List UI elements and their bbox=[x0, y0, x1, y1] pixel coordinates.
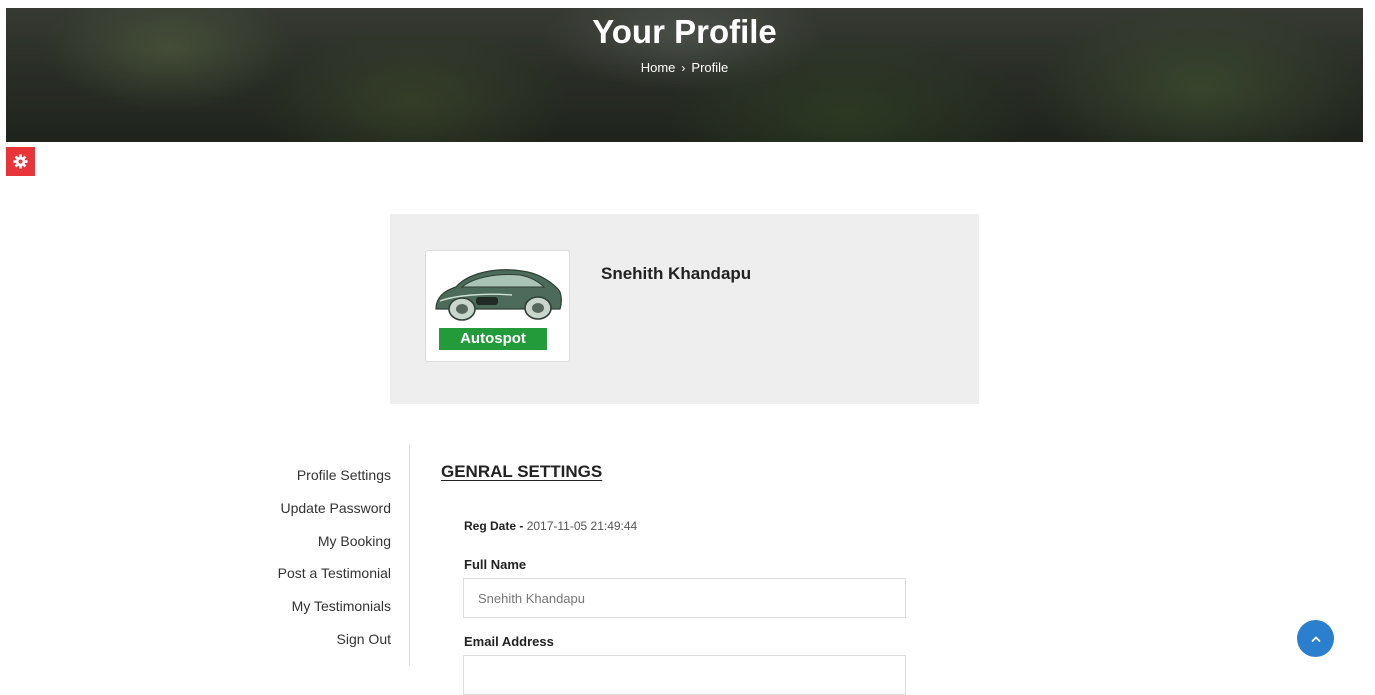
page-hero-banner: Your Profile Home › Profile bbox=[6, 8, 1363, 142]
gear-icon bbox=[13, 154, 28, 169]
avatar: Autospot bbox=[425, 250, 570, 362]
back-to-top-button[interactable] bbox=[1297, 620, 1334, 657]
reg-date-value: 2017-11-05 21:49:44 bbox=[526, 519, 638, 533]
breadcrumb: Home › Profile bbox=[6, 60, 1363, 75]
breadcrumb-separator-icon: › bbox=[681, 61, 686, 75]
settings-toggle-button[interactable] bbox=[6, 147, 35, 176]
profile-summary-card: Autospot Snehith Khandapu bbox=[390, 214, 979, 404]
sidebar-item-post-testimonial[interactable]: Post a Testimonial bbox=[278, 563, 391, 596]
full-name-label: Full Name bbox=[464, 557, 527, 572]
reg-date-label: Reg Date - bbox=[464, 519, 524, 533]
email-address-label: Email Address bbox=[464, 634, 554, 649]
general-settings-heading: GENRAL SETTINGS bbox=[441, 462, 603, 481]
sidebar-item-update-password[interactable]: Update Password bbox=[278, 498, 391, 531]
autospot-logo-label: Autospot bbox=[439, 328, 547, 350]
email-field[interactable] bbox=[463, 655, 906, 695]
car-logo-icon bbox=[435, 269, 562, 321]
breadcrumb-home-link[interactable]: Home bbox=[641, 60, 676, 75]
page-title: Your Profile bbox=[592, 13, 777, 50]
breadcrumb-current: Profile bbox=[691, 60, 729, 75]
sidebar-item-profile-settings[interactable]: Profile Settings bbox=[278, 465, 391, 498]
chevron-up-icon bbox=[1311, 636, 1320, 642]
profile-sidebar-nav: Profile Settings Update Password My Book… bbox=[250, 444, 410, 666]
registration-date: Reg Date - 2017-11-05 21:49:44 bbox=[464, 519, 637, 533]
sidebar-item-my-booking[interactable]: My Booking bbox=[278, 531, 391, 564]
profile-name: Snehith Khandapu bbox=[601, 264, 752, 283]
full-name-field[interactable] bbox=[463, 578, 906, 618]
sidebar-item-sign-out[interactable]: Sign Out bbox=[278, 629, 391, 662]
sidebar-item-my-testimonials[interactable]: My Testimonials bbox=[278, 596, 391, 629]
